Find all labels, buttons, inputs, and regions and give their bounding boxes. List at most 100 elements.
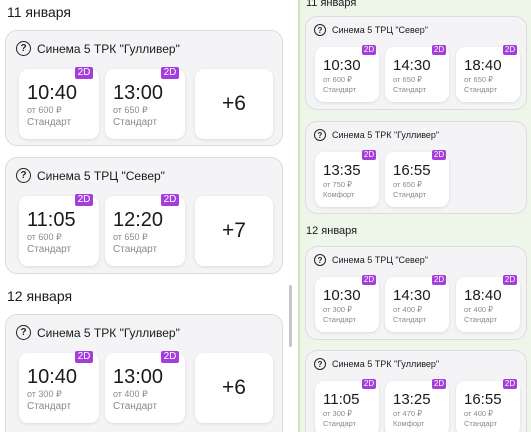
session-button[interactable]: 2D 10:30 от 300 ₽ Стандарт xyxy=(315,275,379,332)
session-button[interactable]: 2D 12:20 от 650 ₽ Стандарт xyxy=(105,194,185,266)
session-time: 10:30 xyxy=(323,287,361,304)
format-badge: 2D xyxy=(161,194,179,206)
session-hall-type: Стандарт xyxy=(27,244,72,255)
session-time: 14:30 xyxy=(393,287,431,304)
session-price: от 750 ₽ xyxy=(323,180,352,189)
cinema-name[interactable]: Синема 5 ТРК "Гулливер" xyxy=(332,359,439,369)
session-price: от 650 ₽ xyxy=(464,75,493,84)
cinema-name[interactable]: Синема 5 ТРЦ "Север" xyxy=(332,25,428,35)
help-icon[interactable]: ? xyxy=(16,41,31,56)
session-button[interactable]: 2D 18:40 от 650 ₽ Стандарт xyxy=(456,45,520,102)
session-hall-type: Стандарт xyxy=(323,419,357,428)
cinema-header: ? Синема 5 ТРК "Гулливер" xyxy=(314,358,439,370)
session-button[interactable]: 2D 13:25 от 470 ₽ Комфорт xyxy=(385,379,449,432)
more-sessions-button[interactable]: +6 xyxy=(195,69,273,139)
session-time: 10:30 xyxy=(323,57,361,74)
session-time: 10:40 xyxy=(27,366,78,388)
session-price: от 400 ₽ xyxy=(113,389,148,399)
date-heading: 12 января xyxy=(7,288,73,304)
format-badge: 2D xyxy=(432,275,446,285)
format-badge: 2D xyxy=(432,379,446,389)
session-time: 11:05 xyxy=(27,209,76,231)
session-time: 10:40 xyxy=(27,82,78,104)
format-badge: 2D xyxy=(432,150,446,160)
format-badge: 2D xyxy=(503,275,517,285)
cinema-header: ? Синема 5 ТРЦ "Север" xyxy=(314,24,428,36)
session-button[interactable]: 2D 18:40 от 400 ₽ Стандарт xyxy=(456,275,520,332)
session-button[interactable]: 2D 16:55 от 650 ₽ Стандарт xyxy=(385,150,449,207)
format-badge: 2D xyxy=(75,194,93,206)
session-price: от 650 ₽ xyxy=(393,75,422,84)
cinema-name[interactable]: Синема 5 ТРЦ "Север" xyxy=(37,169,165,183)
session-hall-type: Стандарт xyxy=(393,85,427,94)
session-hall-type: Стандарт xyxy=(113,244,158,255)
session-price: от 650 ₽ xyxy=(113,105,148,115)
session-time: 16:55 xyxy=(393,162,431,179)
more-sessions-button[interactable]: +6 xyxy=(195,353,273,423)
session-button[interactable]: 2D 13:00 от 650 ₽ Стандарт xyxy=(105,67,185,139)
session-time: 13:35 xyxy=(323,162,361,179)
help-icon[interactable]: ? xyxy=(16,325,31,340)
session-time: 18:40 xyxy=(464,57,502,74)
cinema-name[interactable]: Синема 5 ТРК "Гулливер" xyxy=(332,130,439,140)
session-hall-type: Стандарт xyxy=(464,85,498,94)
session-time: 13:00 xyxy=(113,366,164,388)
cinema-card: ? Синема 5 ТРК "Гулливер" 2D 13:35 от 75… xyxy=(305,121,527,214)
session-button[interactable]: 2D 10:40 от 300 ₽ Стандарт xyxy=(19,351,99,423)
cinema-header: ? Синема 5 ТРЦ "Север" xyxy=(16,168,165,183)
session-hall-type: Стандарт xyxy=(393,315,427,324)
date-heading: 11 января xyxy=(7,4,72,20)
session-hall-type: Стандарт xyxy=(464,419,498,428)
session-price: от 400 ₽ xyxy=(464,305,493,314)
session-time: 13:25 xyxy=(393,391,431,408)
session-button[interactable]: 2D 11:05 от 600 ₽ Стандарт xyxy=(19,194,99,266)
help-icon[interactable]: ? xyxy=(314,254,326,266)
session-hall-type: Стандарт xyxy=(393,190,427,199)
session-hall-type: Стандарт xyxy=(27,117,72,128)
format-badge: 2D xyxy=(362,150,376,160)
cinema-name[interactable]: Синема 5 ТРЦ "Север" xyxy=(332,255,428,265)
session-price: от 300 ₽ xyxy=(323,305,352,314)
format-badge: 2D xyxy=(362,379,376,389)
session-button[interactable]: 2D 14:30 от 400 ₽ Стандарт xyxy=(385,275,449,332)
format-badge: 2D xyxy=(362,45,376,55)
session-hall-type: Комфорт xyxy=(323,190,355,199)
session-hall-type: Стандарт xyxy=(323,315,357,324)
session-time: 13:00 xyxy=(113,82,164,104)
session-button[interactable]: 2D 13:00 от 400 ₽ Стандарт xyxy=(105,351,185,423)
format-badge: 2D xyxy=(75,67,93,79)
cinema-name[interactable]: Синема 5 ТРК "Гулливер" xyxy=(37,326,180,340)
cinema-card: ? Синема 5 ТРЦ "Север" 2D 11:05 от 600 ₽… xyxy=(5,157,283,274)
format-badge: 2D xyxy=(362,275,376,285)
help-icon[interactable]: ? xyxy=(16,168,31,183)
session-hall-type: Стандарт xyxy=(323,85,357,94)
session-button[interactable]: 2D 11:05 от 300 ₽ Стандарт xyxy=(315,379,379,432)
session-price: от 400 ₽ xyxy=(393,305,422,314)
format-badge: 2D xyxy=(503,379,517,389)
scrollbar-thumb[interactable] xyxy=(289,285,292,347)
session-time: 12:20 xyxy=(113,209,164,231)
cinema-header: ? Синема 5 ТРК "Гулливер" xyxy=(16,41,180,56)
format-badge: 2D xyxy=(432,45,446,55)
session-button[interactable]: 2D 10:30 от 600 ₽ Стандарт xyxy=(315,45,379,102)
format-badge: 2D xyxy=(161,351,179,363)
session-button[interactable]: 2D 13:35 от 750 ₽ Комфорт xyxy=(315,150,379,207)
session-price: от 600 ₽ xyxy=(27,105,62,115)
format-badge: 2D xyxy=(75,351,93,363)
date-heading: 11 января xyxy=(306,0,357,9)
format-badge: 2D xyxy=(503,45,517,55)
help-icon[interactable]: ? xyxy=(314,129,326,141)
cinema-card: ? Синема 5 ТРЦ "Север" 2D 10:30 от 600 ₽… xyxy=(305,16,527,110)
help-icon[interactable]: ? xyxy=(314,358,326,370)
session-button[interactable]: 2D 14:30 от 650 ₽ Стандарт xyxy=(385,45,449,102)
session-button[interactable]: 2D 10:40 от 600 ₽ Стандарт xyxy=(19,67,99,139)
session-hall-type: Стандарт xyxy=(27,401,72,412)
help-icon[interactable]: ? xyxy=(314,24,326,36)
session-time: 14:30 xyxy=(393,57,431,74)
session-button[interactable]: 2D 16:55 от 400 ₽ Стандарт xyxy=(456,379,520,432)
cinema-name[interactable]: Синема 5 ТРК "Гулливер" xyxy=(37,42,180,56)
session-price: от 400 ₽ xyxy=(464,409,493,418)
session-time: 11:05 xyxy=(323,391,360,408)
more-sessions-button[interactable]: +7 xyxy=(195,196,273,266)
session-price: от 650 ₽ xyxy=(113,232,148,242)
